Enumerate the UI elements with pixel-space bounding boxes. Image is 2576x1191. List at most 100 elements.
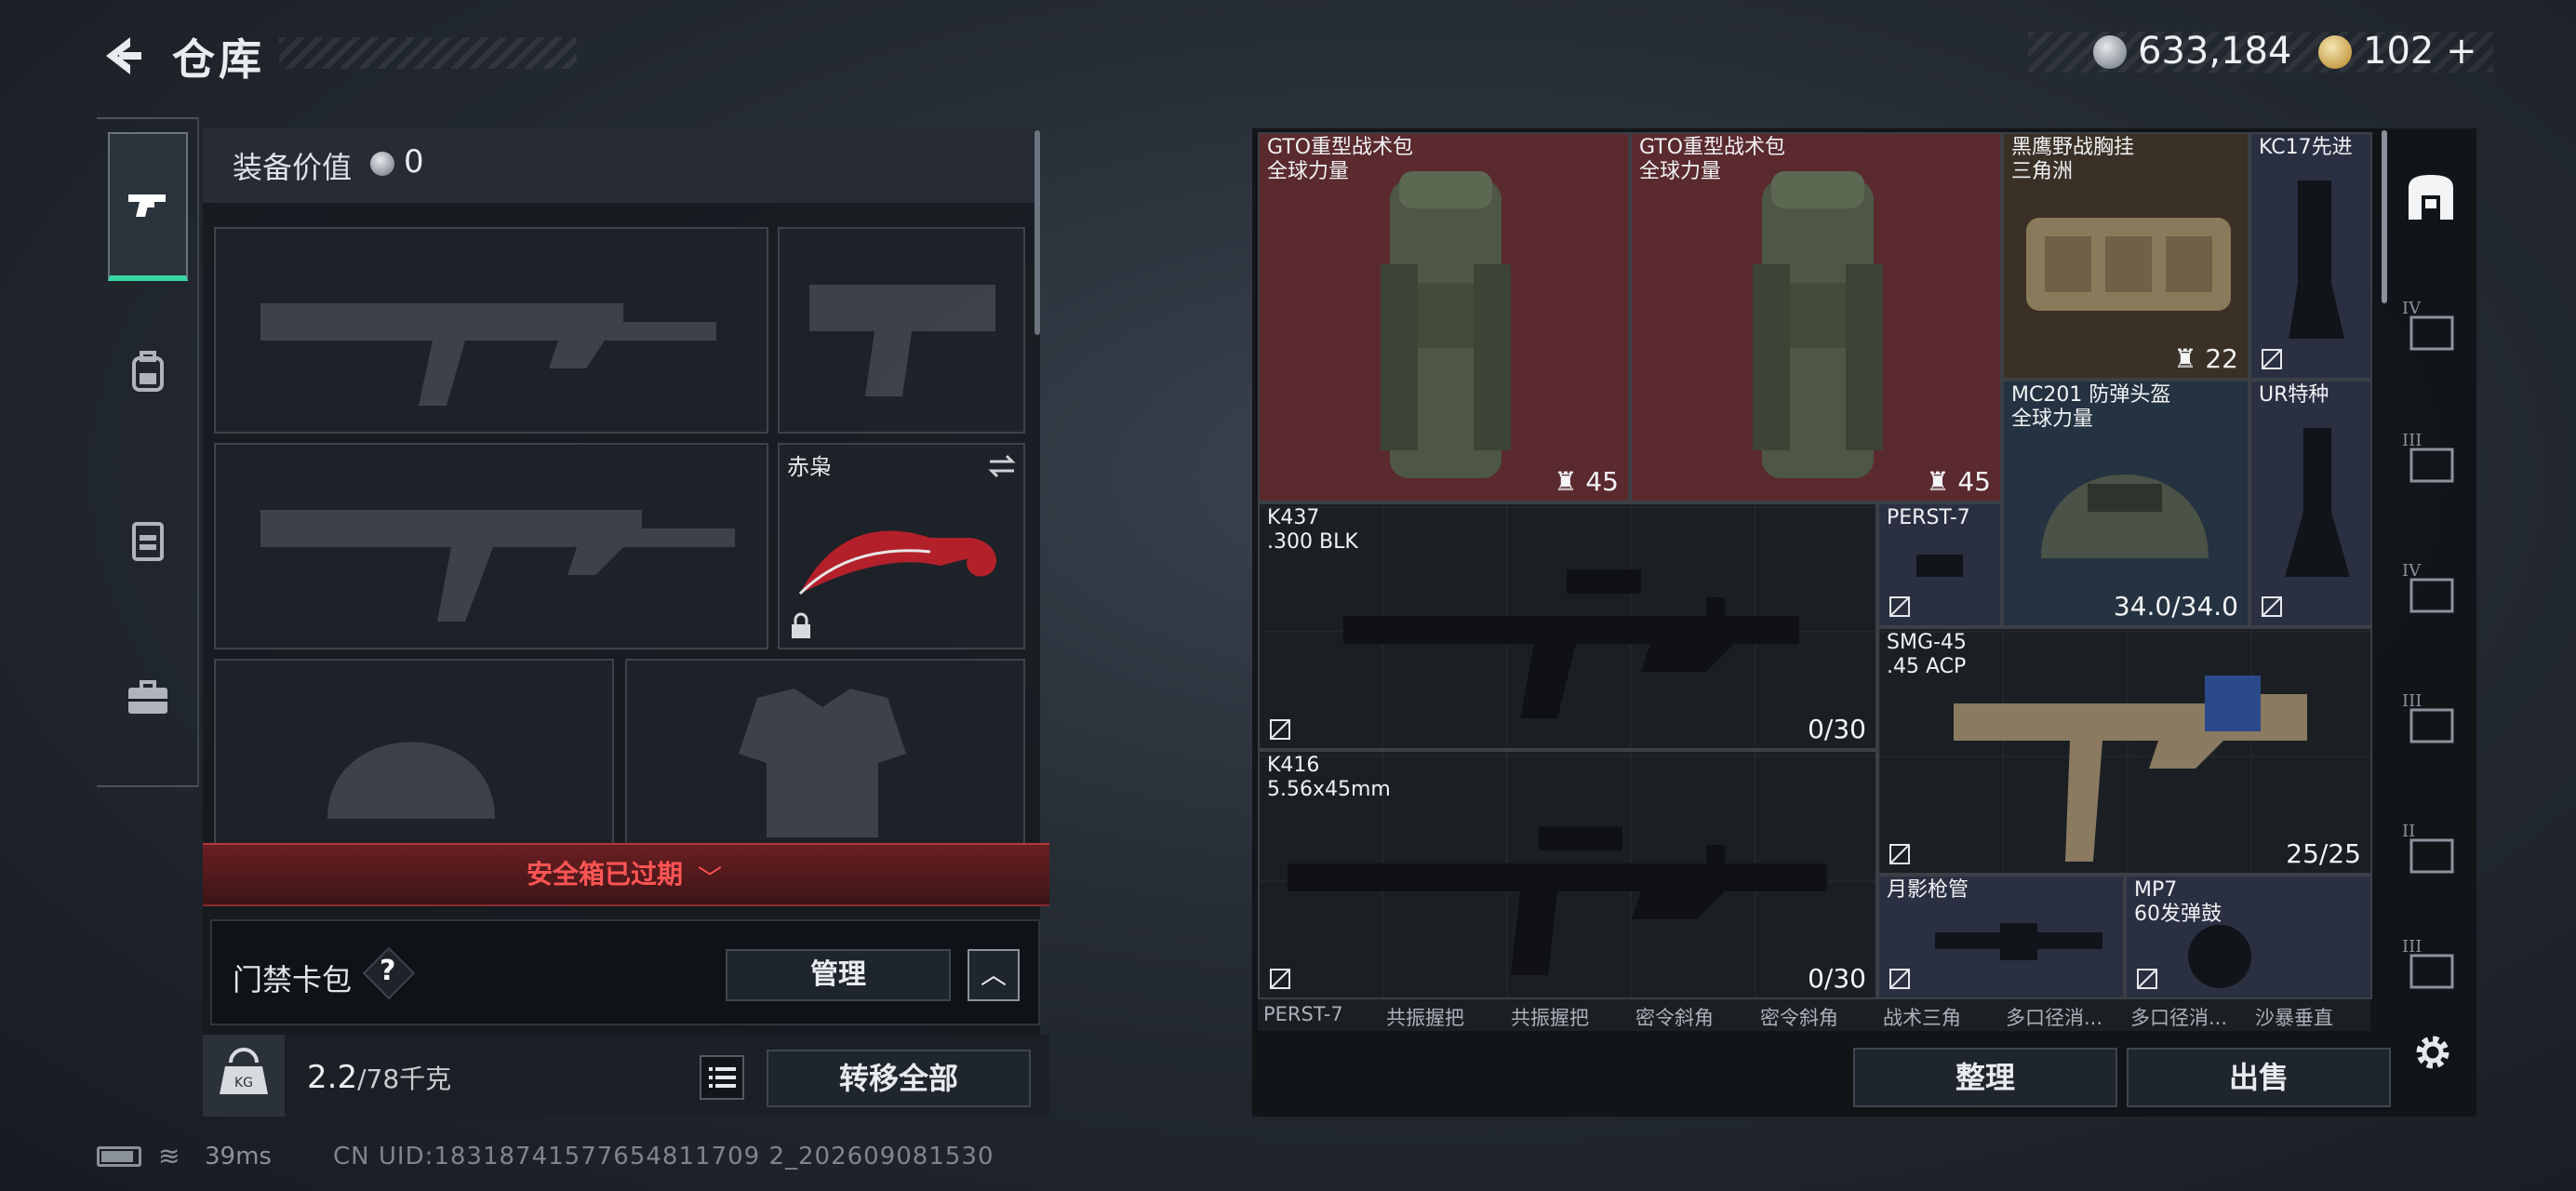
svg-text:III: III xyxy=(2402,691,2422,711)
stock-attachment-icon xyxy=(2285,428,2350,577)
manage-button[interactable]: 管理 xyxy=(726,949,951,1001)
container-tab-icon: III xyxy=(2402,937,2454,989)
silver-coin-icon xyxy=(2093,35,2127,69)
stash-home-icon xyxy=(2409,175,2453,220)
peek-item-label[interactable]: 密令斜角 xyxy=(1635,1003,1714,1031)
transfer-all-button[interactable]: 转移全部 xyxy=(767,1050,1031,1107)
stash-scrollbar[interactable] xyxy=(2382,130,2387,303)
wifi-icon: ≋ xyxy=(158,1141,180,1171)
helmet-silhouette-icon xyxy=(327,742,495,819)
swap-icon[interactable] xyxy=(986,452,1018,480)
title-decoration xyxy=(279,37,577,69)
backpack-icon xyxy=(132,351,164,392)
secondary-weapon-slot[interactable] xyxy=(778,227,1025,434)
peek-item-label[interactable]: PERST-7 xyxy=(1263,1003,1343,1025)
rail-tab-backpack[interactable] xyxy=(108,298,188,447)
rifle-silhouette-icon xyxy=(260,303,716,406)
sort-button[interactable]: 整理 xyxy=(1853,1048,2117,1107)
tactical-backpack-icon xyxy=(1753,171,1883,478)
briefcase-icon xyxy=(128,680,167,714)
unmodifiable-icon xyxy=(2262,349,2282,369)
stash-item-chest-rig[interactable]: 黑鹰野战胸挂 三角洲 ♜ 22 xyxy=(2002,132,2249,380)
chevron-up-icon[interactable]: ︿ xyxy=(968,949,1020,1001)
loadout-scrollbar[interactable] xyxy=(1034,130,1040,335)
unmodifiable-icon xyxy=(1889,844,1910,864)
stash-item-smg45[interactable]: SMG-45.45 ACP 25/25 xyxy=(1877,627,2372,875)
stash-tab-3[interactable]: III xyxy=(2389,402,2473,514)
page-title: 仓库 xyxy=(172,34,265,85)
rifle-silhouette-icon xyxy=(260,510,735,622)
back-arrow-icon[interactable] xyxy=(93,28,149,84)
ammo-count: 0/30 xyxy=(1808,714,1866,744)
helmet-slot[interactable] xyxy=(214,659,614,845)
stash-item-mp7-drum[interactable]: MP7 60发弹鼓 xyxy=(2125,875,2372,999)
list-view-button[interactable] xyxy=(700,1055,744,1100)
svg-text:KG: KG xyxy=(234,1076,253,1091)
help-question-mark: ? xyxy=(380,955,396,987)
peek-item-label[interactable]: 共振握把 xyxy=(1511,1003,1589,1031)
rifle-k416-icon xyxy=(1288,826,1827,975)
sell-button[interactable]: 出售 xyxy=(2127,1048,2391,1107)
drum-magazine-icon xyxy=(2188,925,2251,988)
capacity-value: ♜ 45 xyxy=(1554,466,1619,497)
item-name: 月影枪管 xyxy=(1887,878,1969,902)
peek-item-label[interactable]: 密令斜角 xyxy=(1760,1003,1838,1031)
secondary-primary-slot[interactable] xyxy=(214,443,768,649)
svg-text:II: II xyxy=(2402,822,2415,841)
stash-tab-3b[interactable]: III xyxy=(2389,662,2473,774)
stash-tab-home[interactable] xyxy=(2389,141,2473,253)
item-name: UR特种 xyxy=(2259,383,2329,407)
svg-text:III: III xyxy=(2402,431,2422,450)
battery-icon xyxy=(97,1146,141,1167)
item-name: PERST-7 xyxy=(1887,506,1970,529)
stash-item-perst7[interactable]: PERST-7 xyxy=(1877,502,2002,627)
smg-icon xyxy=(1954,676,2307,862)
gold-coin-icon xyxy=(2318,35,2352,69)
peek-item-label[interactable]: 沙暴垂直 xyxy=(2255,1003,2333,1031)
svg-text:III: III xyxy=(2402,937,2422,957)
peek-item-label[interactable]: 战术三角 xyxy=(1883,1003,1961,1031)
rail-tab-vest[interactable] xyxy=(108,465,188,614)
stash-tab-4[interactable]: IV xyxy=(2389,270,2473,381)
stash-tab-2[interactable]: II xyxy=(2389,793,2473,904)
peek-item-label[interactable]: 多口径消... xyxy=(2006,1003,2102,1031)
chevron-down-icon: ﹀ xyxy=(698,865,723,893)
stash-item-barrel[interactable]: 月影枪管 xyxy=(1877,875,2125,999)
rail-tab-case[interactable] xyxy=(108,623,188,772)
unmodifiable-icon xyxy=(1270,719,1290,740)
primary-weapon-slot[interactable] xyxy=(214,227,768,434)
stash-item-k416[interactable]: K416 5.56x45mm 0/30 xyxy=(1258,750,1877,999)
carry-weight: 2.2/78千克 xyxy=(307,1059,451,1096)
gold-currency-amount[interactable]: 102 + xyxy=(2363,30,2477,73)
stash-tab-3c[interactable]: III xyxy=(2389,917,2473,1010)
peek-item-label[interactable]: 多口径消... xyxy=(2130,1003,2227,1031)
armor-silhouette-icon xyxy=(739,689,906,837)
peek-item-label[interactable]: 共振握把 xyxy=(1386,1003,1464,1031)
carry-weight-max: /78千克 xyxy=(357,1064,452,1094)
stash-tab-4b[interactable]: IV xyxy=(2389,532,2473,644)
stash-item-k437[interactable]: K437.300 BLK 0/30 xyxy=(1258,502,1877,750)
list-icon xyxy=(709,1067,736,1088)
container-tab-icon: III xyxy=(2402,431,2454,483)
stash-item-helmet[interactable]: MC201 防弹头盔 全球力量 34.0/34.0 xyxy=(2002,380,2249,627)
stash-item-stock-kc17[interactable]: KC17先进 xyxy=(2249,132,2372,380)
rail-tab-weapons[interactable] xyxy=(108,132,188,281)
tactical-backpack-icon xyxy=(1381,171,1511,478)
container-tab-icon: IV xyxy=(2402,561,2454,613)
stash-item-backpack-2[interactable]: GTO重型战术包 全球力量 ♜ 45 xyxy=(1630,132,2002,502)
unmodifiable-icon xyxy=(1270,969,1290,989)
gear-icon[interactable] xyxy=(2409,1029,2456,1076)
svg-text:IV: IV xyxy=(2402,561,2422,581)
pistol-icon xyxy=(128,194,166,217)
stock-attachment-icon xyxy=(2289,181,2344,339)
container-tab-icon: II xyxy=(2402,822,2454,874)
armor-slot[interactable] xyxy=(625,659,1025,845)
melee-slot[interactable]: 赤枭 xyxy=(778,443,1025,649)
stash-item-stock-ur[interactable]: UR特种 xyxy=(2249,380,2372,627)
container-tab-icon: IV xyxy=(2402,299,2454,351)
stash-item-backpack-1[interactable]: GTO重型战术包 全球力量 ♜ 45 xyxy=(1258,132,1630,502)
safe-box-expired-text: 安全箱已过期 xyxy=(527,859,684,890)
silver-coin-icon xyxy=(370,152,394,176)
container-tab-icon: III xyxy=(2402,691,2454,743)
item-name: KC17先进 xyxy=(2259,136,2353,159)
